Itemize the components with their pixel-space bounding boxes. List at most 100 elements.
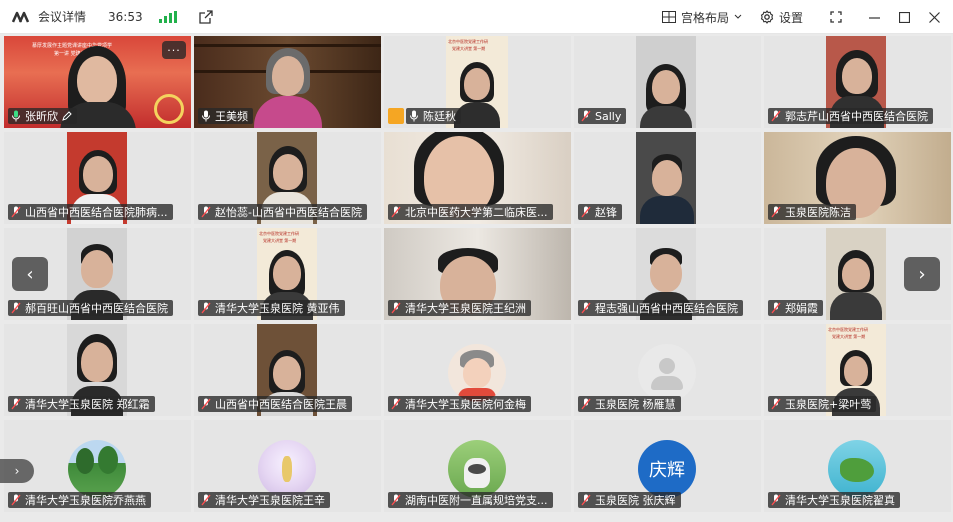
title-bar: 会议详情 36:53 宫格布局 设置	[0, 0, 953, 34]
maximize-button[interactable]	[889, 0, 919, 34]
mic-muted-icon	[391, 206, 401, 218]
participant-tile[interactable]: 北京中医院党建工作研 党建大讲堂 第一期 清华大学玉泉医院 黄亚伟	[194, 228, 381, 320]
avatar	[258, 440, 316, 498]
participant-tile[interactable]: 赵锋	[574, 132, 761, 224]
mic-muted-icon	[11, 302, 21, 314]
participant-video	[826, 228, 886, 320]
participant-tile[interactable]: 湖南中医附一直属规培党支...	[384, 420, 571, 512]
mic-muted-icon	[391, 302, 401, 314]
participant-video	[636, 36, 696, 128]
fullscreen-button[interactable]	[821, 0, 851, 34]
settings-button[interactable]: 设置	[760, 9, 803, 26]
name-tag: 玉泉医院 杨雁慧	[578, 396, 681, 412]
participant-tile[interactable]: 玉泉医院陈洁	[764, 132, 951, 224]
mic-active-icon	[12, 110, 20, 122]
name-tag: 清华大学玉泉医院王纪洲	[388, 300, 531, 316]
name-tag: 湖南中医附一直属规培党支...	[388, 492, 553, 508]
close-button[interactable]	[919, 0, 949, 34]
participant-tile[interactable]: 清华大学玉泉医院 郑红霜	[4, 324, 191, 416]
name-tag: 张昕欣	[8, 108, 77, 124]
participant-tile[interactable]: 慕厚发展作主题党课讲座中华党项学 第一讲 党建为基安 ··· 张昕欣	[4, 36, 191, 128]
mic-muted-icon	[581, 302, 591, 314]
mic-muted-icon	[11, 494, 21, 506]
mic-muted-icon	[11, 398, 21, 410]
name-tag: 清华大学玉泉医院 黄亚伟	[198, 300, 345, 316]
name-tag: 陈廷秋	[406, 108, 461, 124]
mic-muted-icon	[581, 206, 591, 218]
name-tag: 郭志芹山西省中西医结合医院	[768, 108, 933, 124]
name-tag: 清华大学玉泉医院翟真	[768, 492, 900, 508]
participant-tile[interactable]: 玉泉医院 杨雁慧	[574, 324, 761, 416]
minimize-icon	[868, 16, 880, 19]
fullscreen-icon	[830, 11, 842, 23]
layout-label: 宫格布局	[680, 10, 729, 25]
meeting-details-label[interactable]: 会议详情	[38, 8, 86, 25]
participant-tile[interactable]: 北京中医药大学第二临床医...	[384, 132, 571, 224]
participant-video	[636, 132, 696, 224]
mic-muted-icon	[771, 110, 781, 122]
mic-muted-icon	[391, 398, 401, 410]
name-tag: 北京中医药大学第二临床医...	[388, 204, 553, 220]
participant-tile[interactable]: 王美频	[194, 36, 381, 128]
participant-tile[interactable]: 赵怡蕊-山西省中西医结合医院	[194, 132, 381, 224]
participant-tile[interactable]: 郭志芹山西省中西医结合医院	[764, 36, 951, 128]
mic-muted-icon	[581, 494, 591, 506]
participant-grid: 慕厚发展作主题党课讲座中华党项学 第一讲 党建为基安 ··· 张昕欣 王美频 北…	[0, 34, 953, 522]
avatar	[448, 440, 506, 498]
name-tag: 清华大学玉泉医院乔燕燕	[8, 492, 151, 508]
expand-panel-button[interactable]: ›	[0, 459, 34, 483]
mic-muted-icon	[201, 302, 211, 314]
avatar-initials: 庆辉	[638, 440, 696, 498]
layout-button[interactable]: 宫格布局	[661, 9, 742, 26]
participant-tile[interactable]: 清华大学玉泉医院翟真	[764, 420, 951, 512]
mic-icon	[202, 110, 210, 122]
app-logo-icon	[12, 11, 30, 23]
chevron-down-icon	[734, 14, 742, 19]
close-icon	[928, 11, 940, 23]
avatar	[448, 344, 506, 402]
participant-tile[interactable]: 北京中医院党建工作研 党建大讲堂 第一期 陈廷秋	[384, 36, 571, 128]
name-tag: 清华大学玉泉医院 郑红霜	[8, 396, 155, 412]
more-options-button[interactable]: ···	[162, 41, 186, 59]
participant-tile[interactable]: 清华大学玉泉医院何金梅	[384, 324, 571, 416]
name-tag: 清华大学玉泉医院何金梅	[388, 396, 531, 412]
previous-page-button[interactable]: ‹	[12, 257, 48, 291]
name-tag: 玉泉医院 张庆辉	[578, 492, 681, 508]
mic-muted-icon	[201, 494, 211, 506]
share-link-icon[interactable]	[198, 9, 213, 24]
name-tag: 程志强山西省中西医结合医院	[578, 300, 743, 316]
name-tag: 赵怡蕊-山西省中西医结合医院	[198, 204, 367, 220]
participant-tile[interactable]: 庆辉 玉泉医院 张庆辉	[574, 420, 761, 512]
participant-tile[interactable]: Sally	[574, 36, 761, 128]
avatar	[68, 440, 126, 498]
mic-muted-icon	[581, 398, 591, 410]
signal-strength-icon	[158, 10, 177, 23]
mic-muted-icon	[391, 494, 401, 506]
default-avatar-icon	[638, 344, 696, 402]
name-tag: 玉泉医院陈洁	[768, 204, 856, 220]
name-tag: 王美频	[198, 108, 253, 124]
grid-layout-icon	[661, 11, 676, 23]
maximize-icon	[898, 11, 910, 23]
participant-tile[interactable]: 北京中医院党建工作研 党建大讲堂 第一期 玉泉医院+梁叶莺	[764, 324, 951, 416]
participant-tile[interactable]: 清华大学玉泉医院王辛	[194, 420, 381, 512]
mic-muted-icon	[581, 110, 591, 122]
name-tag: Sally	[578, 108, 627, 124]
participant-tile[interactable]: 清华大学玉泉医院王纪洲	[384, 228, 571, 320]
name-tag: 郑娟霞	[768, 300, 823, 316]
mic-muted-icon	[771, 206, 781, 218]
settings-label: 设置	[778, 10, 803, 25]
name-tag: 山西省中西医结合医院肺病...	[8, 204, 173, 220]
participant-tile[interactable]: 程志强山西省中西医结合医院	[574, 228, 761, 320]
participant-tile[interactable]: 山西省中西医结合医院王晨	[194, 324, 381, 416]
mic-muted-icon	[201, 206, 211, 218]
mic-muted-icon	[201, 398, 211, 410]
participant-tile[interactable]: 山西省中西医结合医院肺病...	[4, 132, 191, 224]
mic-muted-icon	[771, 494, 781, 506]
mic-muted-icon	[771, 398, 781, 410]
edit-pencil-icon	[62, 111, 72, 121]
next-page-button[interactable]: ›	[904, 257, 940, 291]
name-tag: 玉泉医院+梁叶莺	[768, 396, 877, 412]
name-tag: 清华大学玉泉医院王辛	[198, 492, 330, 508]
minimize-button[interactable]	[859, 0, 889, 34]
